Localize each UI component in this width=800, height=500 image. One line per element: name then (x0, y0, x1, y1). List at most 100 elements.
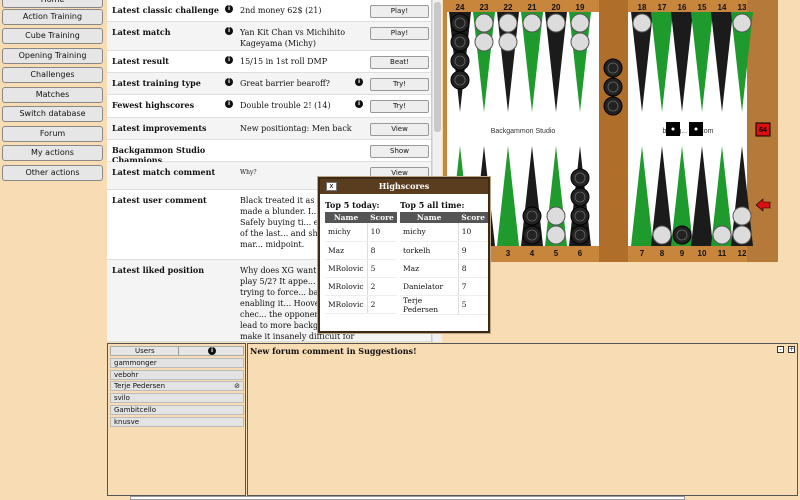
highscores-title: Highscores (320, 179, 488, 194)
blocked-icon: ⊘ (234, 382, 240, 391)
info-icon[interactable]: i (225, 56, 233, 64)
col-name: Name (325, 212, 368, 223)
sidebar-item-cube-training[interactable]: Cube Training (2, 28, 103, 44)
user-name: svilo (114, 394, 130, 403)
info-row-button[interactable]: View (370, 123, 429, 136)
user-list-item[interactable]: svilo (110, 393, 244, 404)
sidebar-item-switch-database[interactable]: Switch database (2, 106, 103, 122)
info-row-value: 2nd money 62$ (21) (240, 6, 322, 15)
info-row: Latest result 15/15 in 1st roll DMP i Beat! (107, 51, 431, 73)
black-checker (672, 225, 692, 245)
info-row: Latest training type Great barrier bearof… (107, 73, 431, 95)
info-icon[interactable]: i (225, 27, 233, 35)
point-number: 21 (528, 3, 537, 12)
white-checker (546, 225, 566, 245)
player-name: Maz (325, 241, 368, 260)
sidebar-item-opening-training[interactable]: Opening Training (2, 48, 103, 64)
player-score: 10 (366, 223, 397, 242)
player-name: MRolovic (325, 259, 368, 278)
black-checker (570, 187, 590, 207)
info-icon[interactable]: i (225, 100, 233, 108)
user-list-item[interactable]: Terje Pedersen ⊘ (110, 381, 244, 392)
table-row: MRolovic 2 (325, 295, 397, 314)
info-row-button[interactable]: Beat! (370, 56, 429, 69)
white-checker (652, 225, 672, 245)
info-icon[interactable]: i (225, 5, 233, 13)
player-score: 10 (457, 223, 488, 242)
white-checker (474, 32, 494, 52)
info-row-value: Double trouble 2! (14) (240, 101, 331, 110)
sidebar-item-challenges[interactable]: Challenges (2, 67, 103, 83)
table-row: MRolovic 5 (325, 259, 397, 278)
user-list-item[interactable]: knusve (110, 416, 244, 427)
user-list-item[interactable]: Gambitcello (110, 404, 244, 415)
black-checker (570, 225, 590, 245)
black-checker (603, 58, 623, 78)
sidebar-item-matches[interactable]: Matches (2, 87, 103, 103)
board-canvas[interactable]: 242322212019181716151413123456789101112B… (443, 0, 778, 262)
table-header-row: Name Score (400, 212, 488, 223)
maximize-icon[interactable]: + (788, 346, 795, 353)
black-checker (450, 51, 470, 71)
user-name: Terje Pedersen (114, 382, 166, 391)
info-row-label: Latest training type (112, 78, 201, 88)
chat-message: New forum comment in Suggestions! (250, 346, 417, 356)
info-row: Latest match Yan Kit Chan vs Michihito Ka… (107, 22, 431, 51)
info-icon[interactable]: i (225, 78, 233, 86)
point-number: 22 (504, 3, 513, 12)
sidebar-item-action-training[interactable]: Action Training (2, 9, 103, 25)
white-checker (732, 206, 752, 226)
point-number: 16 (678, 3, 687, 12)
white-checker (546, 13, 566, 33)
user-name: knusve (114, 417, 140, 426)
table-row: michy 10 (400, 223, 488, 242)
sidebar-item-home[interactable]: Home (2, 0, 103, 8)
player-score: 8 (366, 241, 397, 260)
table-row: Danielator 7 (400, 277, 488, 296)
info-row-label: Latest liked position (112, 265, 205, 275)
white-checker (570, 13, 590, 33)
info-icon[interactable]: i (208, 347, 216, 355)
table-row: Maz 8 (400, 259, 488, 278)
table-header-row: Name Score (325, 212, 397, 223)
close-icon[interactable]: x (326, 182, 337, 191)
player-name: MRolovic (325, 295, 368, 314)
info-row-label: Fewest highscores (112, 100, 195, 110)
white-checker (474, 13, 494, 33)
info-row-button[interactable]: Play! (370, 5, 429, 18)
point-number: 24 (456, 3, 465, 12)
users-header-label: Users (135, 347, 155, 355)
highscores-popup: Highscores x Top 5 today: Top 5 all time… (318, 177, 490, 333)
white-checker (546, 206, 566, 226)
info-row-button[interactable]: Try! (370, 100, 429, 113)
die-pip (671, 127, 675, 131)
sidebar-item-forum[interactable]: Forum (2, 126, 103, 142)
info-icon[interactable]: i (355, 100, 363, 108)
point-number: 6 (578, 249, 583, 258)
table-row: Terje Pedersen 5 (400, 295, 488, 315)
sidebar-item-other-actions[interactable]: Other actions (2, 165, 103, 181)
scrollbar-thumb[interactable] (434, 2, 441, 132)
point-number: 9 (680, 249, 685, 258)
user-list-item[interactable]: vebohr (110, 369, 244, 380)
point-number: 3 (506, 249, 511, 258)
info-row-label: Latest result (112, 56, 169, 66)
info-icon[interactable]: i (355, 78, 363, 86)
sidebar-item-my-actions[interactable]: My actions (2, 145, 103, 161)
chat-input[interactable] (130, 496, 685, 500)
brand-left-label: Backgammon Studio (491, 128, 556, 135)
minimize-icon[interactable]: - (777, 346, 784, 353)
info-row-button[interactable]: Play! (370, 27, 429, 40)
point-number: 10 (698, 249, 707, 258)
sidebar-nav: HomeAction Training Cube Training Opening … (0, 0, 106, 340)
player-score: 9 (457, 241, 488, 260)
backgammon-board[interactable]: 242322212019181716151413123456789101112B… (443, 0, 778, 262)
info-row-button[interactable]: Show (370, 145, 429, 158)
user-list-item[interactable]: gammonger (110, 358, 244, 368)
point-number: 5 (554, 249, 559, 258)
info-row-label: Latest classic challenge (112, 5, 219, 15)
black-checker (450, 70, 470, 90)
info-row: Latest improvements New positiontag: Men … (107, 118, 431, 140)
table-row: MRolovic 2 (325, 277, 397, 296)
info-row-button[interactable]: Try! (370, 78, 429, 91)
